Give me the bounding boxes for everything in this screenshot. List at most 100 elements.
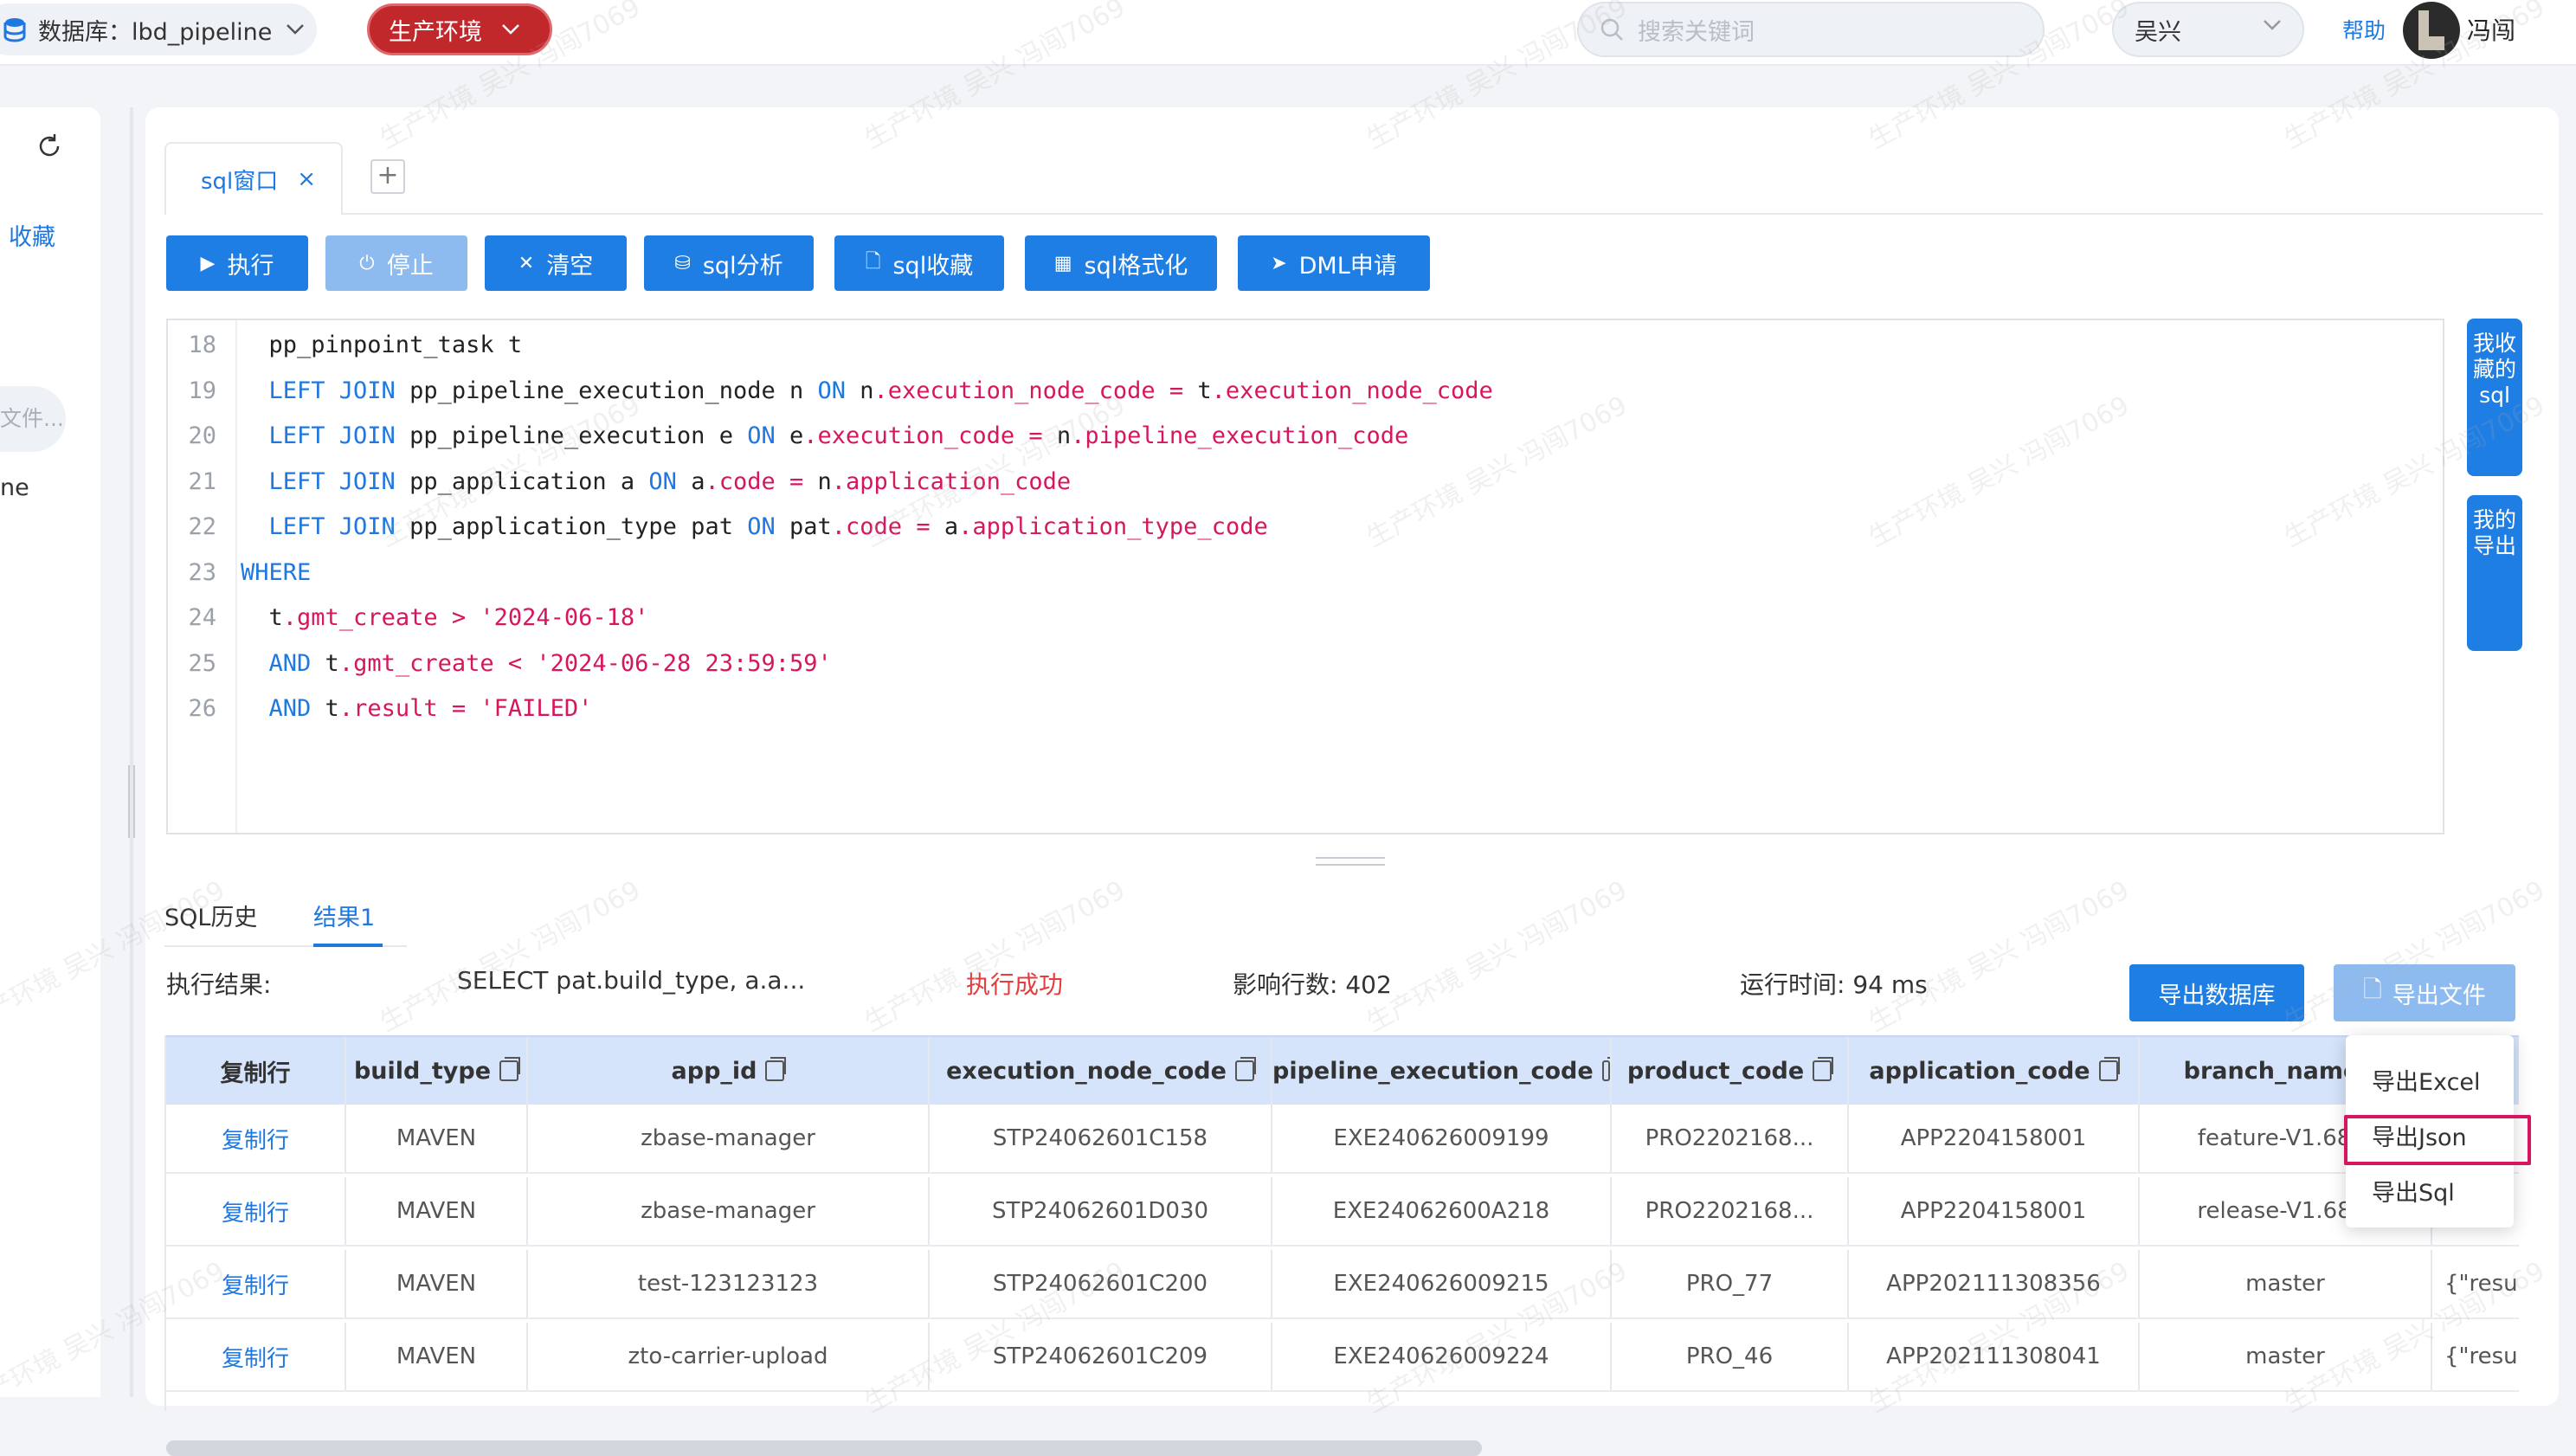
exec-result-label: 执行结果: — [166, 970, 272, 999]
column-header-build-type[interactable]: build_type — [346, 1037, 528, 1105]
code-token: pp_application a — [409, 467, 649, 495]
table-cell: test-123123123 — [528, 1250, 930, 1317]
export-database-button[interactable]: 导出数据库 — [2129, 964, 2304, 1021]
code-line: 19 LEFT JOIN pp_pipeline_execution_node … — [168, 370, 1492, 413]
table-cell: STP24062601D030 — [930, 1177, 1272, 1245]
run-button[interactable]: ▶ 执行 — [166, 235, 308, 291]
dml-request-button[interactable]: ➤ DML申请 — [1238, 235, 1430, 291]
my-exports-button[interactable]: 我的导出 — [2467, 495, 2522, 651]
line-number: 21 — [188, 467, 216, 495]
copy-icon[interactable] — [1813, 1057, 1834, 1081]
table-cell: EXE240626009215 — [1272, 1250, 1612, 1317]
close-icon[interactable]: × — [297, 166, 316, 192]
user-name: 冯闯 — [2467, 16, 2516, 45]
column-label: product_code — [1626, 1057, 1805, 1085]
code-token: AND — [241, 695, 325, 722]
sql-analyze-label: sql分析 — [702, 252, 783, 280]
sql-favorite-button[interactable]: 🗋 sql收藏 — [834, 235, 1004, 291]
copy-icon[interactable] — [1234, 1057, 1256, 1081]
column-label: branch_name — [2183, 1057, 2360, 1085]
copy-row-link[interactable]: 复制行 — [166, 1177, 346, 1245]
column-header-product-code[interactable]: product_code — [1612, 1037, 1849, 1105]
column-label: pipeline_execution_code — [1272, 1057, 1594, 1085]
table-cell: STP24062601C209 — [930, 1323, 1272, 1390]
tab-sql-window[interactable]: sql窗口 × — [164, 142, 343, 215]
code-token: ON — [817, 377, 860, 404]
file-filter-input[interactable]: 文件... — [0, 386, 66, 452]
table-cell: zto-carrier-upload — [528, 1323, 930, 1390]
editor-tabbar: sql窗口 × + — [164, 142, 2543, 215]
sql-format-label: sql格式化 — [1084, 252, 1188, 280]
copy-row-link[interactable]: 复制行 — [166, 1323, 346, 1390]
table-cell: APP202111308356 — [1849, 1250, 2140, 1317]
top-bar: 数据库：lbd_pipeline 生产环境 搜索关键词 吴兴 帮助 冯闯 — [0, 0, 2576, 66]
column-header-app-id[interactable]: app_id — [528, 1037, 930, 1105]
code-token: n — [817, 467, 832, 495]
send-icon: ➤ — [1271, 252, 1287, 274]
sql-editor[interactable]: 18 pp_pinpoint_task t 19 LEFT JOIN pp_pip… — [166, 319, 2444, 834]
file-icon: 🗋 — [2363, 976, 2382, 1003]
code-token: WHERE — [241, 558, 312, 586]
code-token: n — [1056, 422, 1072, 449]
column-header-pipeline-execution-code[interactable]: pipeline_execution_code — [1272, 1037, 1612, 1105]
line-number: 23 — [188, 558, 216, 586]
copy-icon[interactable] — [2098, 1057, 2120, 1081]
column-header-copy-row[interactable]: 复制行 — [166, 1037, 346, 1105]
copy-icon[interactable] — [1601, 1057, 1610, 1081]
tab-label: sql窗口 — [201, 168, 279, 195]
export-excel-item[interactable]: 导出Excel — [2372, 1063, 2481, 1097]
code-line: 24 t.gmt_create > '2024-06-18' — [168, 596, 648, 640]
tab-sql-history[interactable]: SQL历史 — [164, 899, 257, 932]
clear-button[interactable]: ✕ 清空 — [485, 235, 627, 291]
code-token: .result = — [338, 695, 480, 722]
export-sql-item[interactable]: 导出Sql — [2372, 1174, 2455, 1208]
help-link[interactable]: 帮助 — [2342, 14, 2386, 45]
code-token: LEFT JOIN — [241, 422, 410, 449]
resize-handle[interactable] — [1316, 857, 1385, 866]
code-line: 18 pp_pinpoint_task t — [168, 324, 522, 367]
affected-rows: 影响行数: 402 — [1233, 970, 1392, 999]
refresh-icon[interactable] — [35, 132, 64, 161]
sql-analyze-button[interactable]: ⛁ sql分析 — [644, 235, 814, 291]
code-line: 22 LEFT JOIN pp_application_type pat ON … — [168, 506, 1267, 549]
copy-row-link[interactable]: 复制行 — [166, 1250, 346, 1317]
code-line: 25 AND t.gmt_create < '2024-06-28 23:59:… — [168, 642, 831, 686]
code-token: .execution_node_code = — [873, 377, 1198, 404]
favorites-link[interactable]: 收藏 — [9, 218, 55, 252]
horizontal-scrollbar[interactable] — [166, 1440, 1482, 1456]
avatar[interactable] — [2403, 2, 2460, 59]
my-favorites-sql-button[interactable]: 我收藏的sql — [2467, 319, 2522, 476]
add-tab-button[interactable]: + — [370, 159, 405, 194]
code-token: '2024-06-28 23:59:59' — [536, 649, 832, 677]
table-cell: PRO_77 — [1612, 1250, 1849, 1317]
tree-item-label[interactable]: ne — [0, 474, 29, 501]
copy-row-link[interactable]: 复制行 — [166, 1105, 346, 1172]
table-cell: MAVEN — [346, 1250, 528, 1317]
table-row: 复制行 MAVEN zbase-manager STP24062601C158 EXE2… — [166, 1105, 2519, 1174]
search-input[interactable]: 搜索关键词 — [1577, 2, 2045, 57]
tab-result-1[interactable]: 结果1 — [313, 899, 375, 932]
file-icon: 🗋 — [865, 251, 881, 273]
code-token: AND — [241, 649, 325, 677]
table-cell: STP24062601C158 — [930, 1105, 1272, 1172]
code-token: pp_pipeline_execution e — [409, 422, 748, 449]
panel-splitter[interactable] — [128, 107, 135, 1397]
export-file-button[interactable]: 🗋 导出文件 — [2334, 964, 2515, 1021]
database-select[interactable]: 数据库：lbd_pipeline — [0, 3, 317, 55]
close-icon: ✕ — [518, 252, 535, 274]
sql-format-button[interactable]: ▦ sql格式化 — [1025, 235, 1217, 291]
column-header-application-code[interactable]: application_code — [1849, 1037, 2140, 1105]
user-select[interactable]: 吴兴 — [2112, 2, 2304, 57]
code-token: .pipeline_execution_code — [1071, 422, 1409, 449]
stop-button[interactable]: ⏻ 停止 — [325, 235, 467, 291]
column-header-execution-node-code[interactable]: execution_node_code — [930, 1037, 1272, 1105]
copy-icon[interactable] — [499, 1057, 521, 1081]
sql-favorite-label: sql收藏 — [892, 252, 974, 280]
table-cell: {"result": — [2432, 1323, 2519, 1390]
copy-icon[interactable] — [765, 1057, 787, 1081]
result-tabs: SQL历史 结果1 — [164, 869, 2553, 959]
environment-select[interactable]: 生产环境 — [367, 3, 552, 55]
column-label: app_id — [671, 1057, 757, 1085]
sql-preview: SELECT pat.build_type, a.a... — [457, 966, 806, 995]
code-token: pat — [789, 513, 832, 540]
